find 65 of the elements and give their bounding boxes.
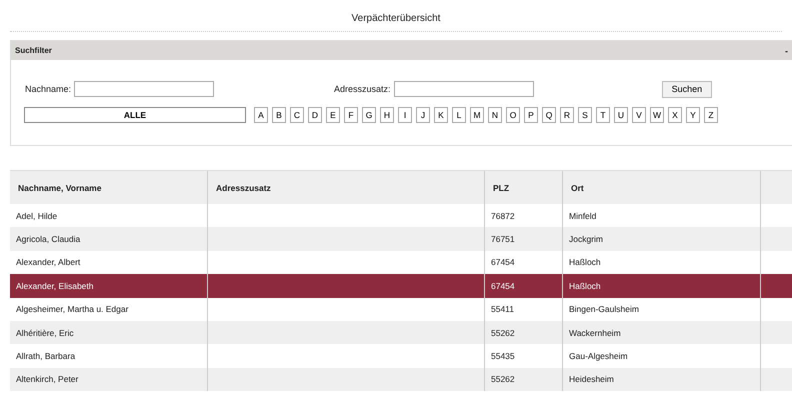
input-field[interactable] (74, 81, 214, 97)
table-cell: Heidesheim (569, 374, 614, 384)
letter-filter-button[interactable]: F (344, 107, 358, 123)
table-cell: Alhéritière, Eric (16, 328, 74, 338)
field-label: Adresszusatz: (334, 84, 391, 94)
table-row[interactable]: Agricola, Claudia 76751 Jockgrim (10, 227, 792, 251)
letter-filter-button[interactable]: O (506, 107, 520, 123)
letter-filter-button[interactable]: C (290, 107, 304, 123)
letter-filter-button[interactable]: X (668, 107, 682, 123)
table-row[interactable]: Alexander, Elisabeth 67454 Haßloch (10, 274, 792, 298)
letter-filter-button[interactable]: J (416, 107, 430, 123)
table-cell: Haßloch (569, 280, 601, 291)
table-cell: Wackernheim (569, 328, 621, 338)
search-button[interactable]: Suchen (662, 80, 712, 98)
table-cell: Minfeld (569, 210, 596, 221)
field-label: Nachname: (25, 84, 72, 94)
letter-filter-button[interactable]: K (434, 107, 448, 123)
letter-filter-button[interactable]: L (452, 107, 466, 123)
letter-filter-button[interactable]: T (596, 107, 610, 123)
table-cell: 76751 (491, 234, 515, 244)
letter-filter-button[interactable]: V (632, 107, 646, 123)
letter-filter-button[interactable]: ALLE (24, 107, 246, 123)
letter-filter-button[interactable]: Z (704, 107, 718, 123)
table-cell: Gau-Algesheim (569, 351, 628, 362)
table-cell: Agricola, Claudia (16, 234, 80, 244)
table-cell: Allrath, Barbara (16, 351, 76, 362)
table-cell: 67454 (491, 257, 515, 268)
panel-title: Suchfilter (15, 46, 52, 55)
table-cell: Haßloch (569, 257, 601, 268)
table-cell: Bingen-Gaulsheim (569, 304, 639, 314)
table-cell: 55435 (491, 351, 515, 362)
letter-filter-button[interactable]: U (614, 107, 628, 123)
table-cell: 55411 (491, 304, 514, 314)
table-cell: Altenkirch, Peter (16, 374, 78, 384)
collapse-toggle[interactable]: - (785, 46, 788, 56)
table-cell: 55262 (491, 328, 515, 338)
table-cell: Alexander, Albert (16, 257, 80, 268)
letter-filter-button[interactable]: Q (542, 107, 556, 123)
table-cell: Adel, Hilde (16, 210, 58, 221)
letter-filter-button[interactable]: M (470, 107, 484, 123)
table-cell: Alexander, Elisabeth (16, 280, 94, 291)
letter-filter-button[interactable]: D (308, 107, 322, 123)
table-cell: 76872 (491, 210, 515, 221)
table-cell: 67454 (491, 280, 515, 291)
letter-filter-button[interactable]: W (650, 107, 664, 123)
table-row[interactable]: Algesheimer, Martha u. Edgar 55411 Bingen-Gaulsheim (10, 298, 792, 321)
table-cell: 55262 (491, 374, 515, 384)
table-cell: Algesheimer, Martha u. Edgar (16, 304, 128, 314)
letter-filter-button[interactable]: P (524, 107, 538, 123)
letter-filter-button[interactable]: B (272, 107, 286, 123)
letter-filter-button[interactable]: H (380, 107, 394, 123)
letter-filter-button[interactable]: A (254, 107, 268, 123)
letter-filter-button[interactable]: N (488, 107, 502, 123)
letter-filter-button[interactable]: G (362, 107, 376, 123)
table-row[interactable]: Alhéritière, Eric 55262 Wackernheim (10, 320, 792, 344)
table-cell: Jockgrim (569, 234, 604, 244)
letter-filter-button[interactable]: E (326, 107, 340, 123)
table-row[interactable]: Adel, Hilde 76872 Minfeld (10, 204, 792, 228)
table-row[interactable]: Altenkirch, Peter 55262 Heidesheim (10, 368, 792, 392)
input-field[interactable] (394, 81, 534, 97)
letter-filter-button[interactable]: I (398, 107, 412, 123)
letter-filter-button[interactable]: R (560, 107, 574, 123)
letter-filter-button[interactable]: Y (686, 107, 700, 123)
page-title: Verpächterübersicht (350, 13, 442, 26)
letter-filter-button[interactable]: S (578, 107, 592, 123)
